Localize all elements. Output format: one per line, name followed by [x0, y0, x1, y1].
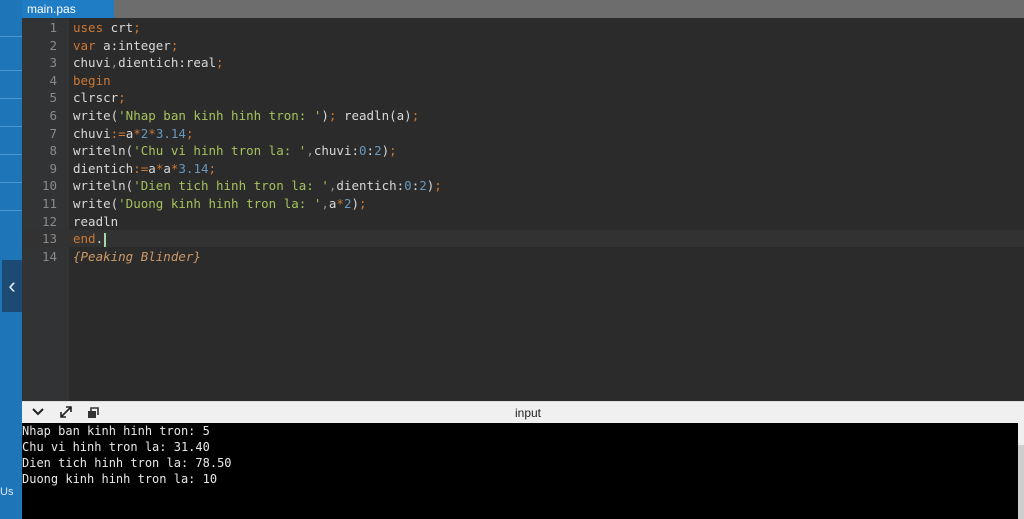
code-line[interactable]: var a:integer;	[73, 37, 178, 55]
code-line[interactable]: writeln('Dien tich hinh tron la: ',dient…	[73, 177, 442, 195]
code-line[interactable]: readln	[73, 213, 118, 231]
code-line[interactable]: begin	[73, 72, 111, 90]
code-line[interactable]: {Peaking Blinder}	[73, 248, 201, 266]
output-line: Duong kinh hinh tron la: 10	[22, 472, 218, 486]
code-line[interactable]: write('Nhap ban kinh hinh tron: '); read…	[73, 107, 419, 125]
code-line[interactable]: writeln('Chu vi hinh tron la: ',chuvi:0:…	[73, 142, 397, 160]
code-line[interactable]: clrscr;	[73, 89, 126, 107]
code-line[interactable]: chuvi,dientich:real;	[73, 54, 224, 72]
scrollbar-thumb[interactable]	[1018, 423, 1024, 445]
output-scrollbar[interactable]	[1018, 423, 1024, 519]
output-line: Nhap ban kinh hinh tron: 5	[22, 424, 210, 438]
output-line: Chu vi hinh tron la: 31.40	[22, 440, 210, 454]
code-line[interactable]: chuvi:=a*2*3.14;	[73, 125, 193, 143]
sidebar-label: Us	[0, 486, 14, 498]
code-line[interactable]: uses crt;	[73, 19, 141, 37]
collapse-sidebar-button[interactable]: ‹	[2, 260, 22, 312]
code-line[interactable]: dientich:=a*a*3.14;	[73, 160, 216, 178]
output-panel-title: input	[514, 406, 542, 420]
code-line[interactable]: end.	[73, 230, 107, 248]
chevron-left-icon: ‹	[8, 273, 16, 298]
output-line: Dien tich hinh tron la: 78.50	[22, 456, 232, 470]
tab-main-pas[interactable]: main.pas	[22, 0, 114, 18]
output-console[interactable]: Nhap ban kinh hinh tron: 5 Chu vi hinh t…	[22, 423, 1018, 519]
code-line[interactable]: write('Duong kinh hinh tron la: ',a*2);	[73, 195, 367, 213]
output-panel-header: input	[22, 401, 1024, 424]
text-caret	[104, 232, 107, 247]
tab-bar: main.pas	[22, 0, 1024, 18]
